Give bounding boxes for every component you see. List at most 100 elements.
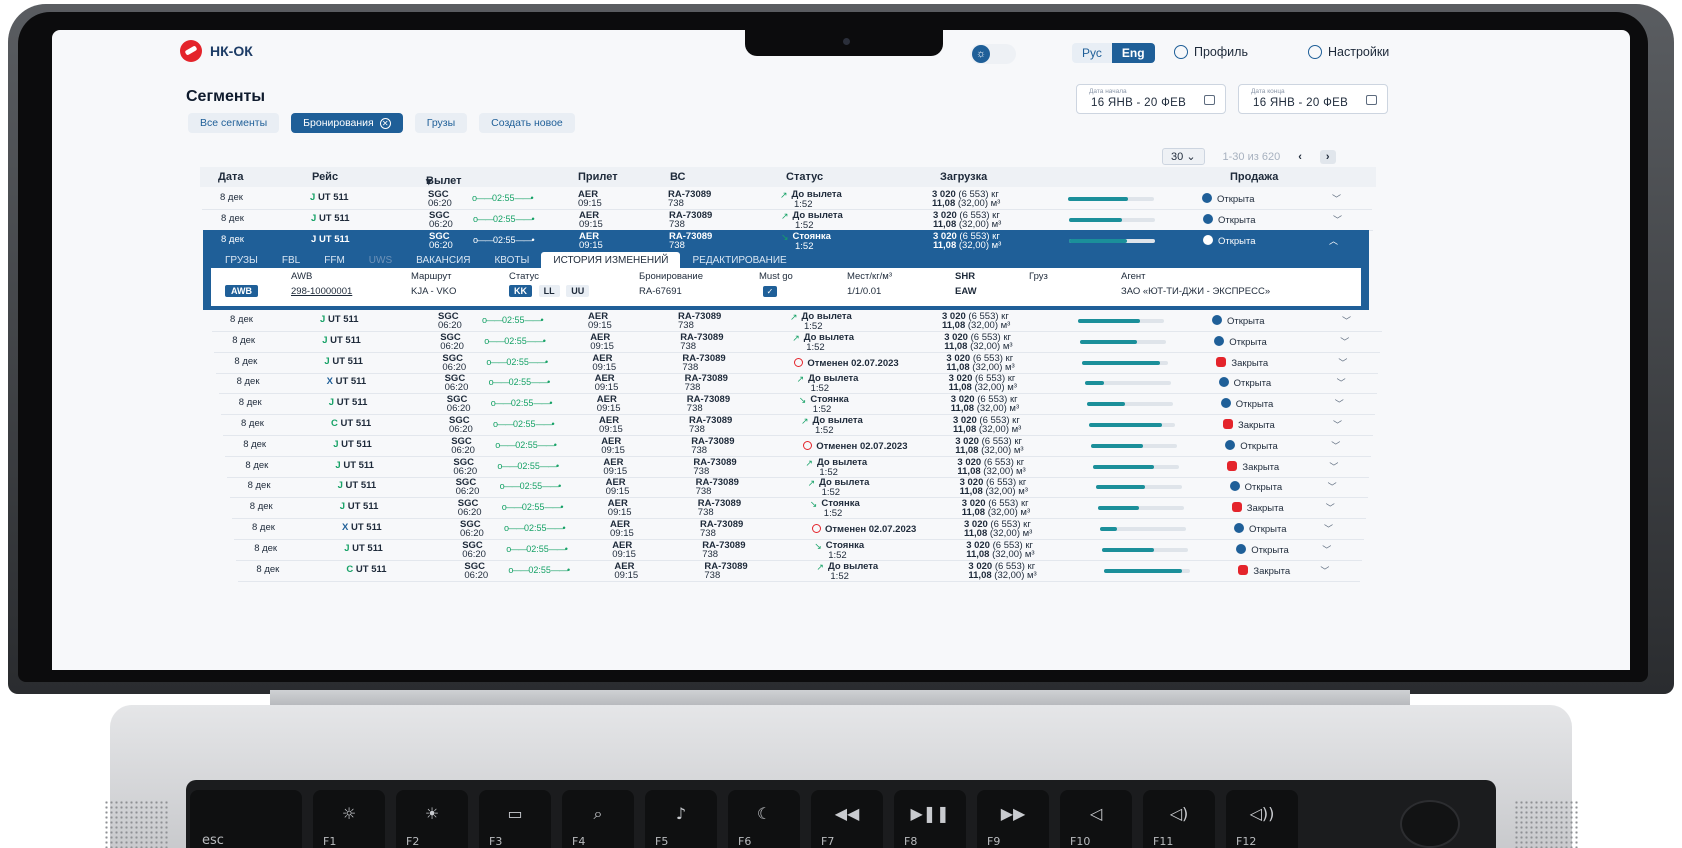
next-page-button[interactable]: › — [1319, 149, 1336, 164]
cell-flight[interactable]: X UT 511 — [342, 522, 382, 533]
profile-link[interactable]: Профиль — [1174, 45, 1248, 59]
cell-flight[interactable]: J UT 511 — [311, 213, 350, 224]
cell-flight[interactable]: J UT 511 — [329, 397, 368, 408]
table-row[interactable]: 8 дек C UT 511 SGC06:20 02:55 AER09:15 RA-730… — [223, 414, 1373, 436]
key-f5[interactable]: ♪ F5 — [645, 790, 717, 848]
cell-flight[interactable]: J UT 511 — [320, 314, 359, 325]
close-icon[interactable]: ✕ — [379, 118, 391, 129]
cell-flight[interactable]: C UT 511 — [346, 564, 386, 575]
chevron-down-icon[interactable]: ﹀ — [1337, 376, 1346, 389]
key-f9[interactable]: ▶▶ F9 — [977, 790, 1049, 848]
calendar-icon[interactable] — [1366, 95, 1377, 105]
table-row[interactable]: 8 дек J UT 511 SGC06:20 02:55 AER09:15 RA-730… — [216, 352, 1379, 374]
chevron-down-icon[interactable]: ﹀ — [1333, 418, 1342, 431]
table-row[interactable]: 8 дек C UT 511 SGC06:20 02:55 AER09:15 RA-730… — [238, 560, 1361, 582]
status-tag-kk[interactable]: KK — [509, 285, 532, 297]
status-tag-ll[interactable]: LL — [538, 285, 560, 297]
col-aircraft[interactable]: ВС — [670, 171, 685, 183]
chevron-down-icon[interactable]: ﹀ — [1320, 564, 1329, 577]
key-f6[interactable]: ☾ F6 — [728, 790, 800, 848]
key-f1[interactable]: ☼ F1 — [313, 790, 385, 848]
col-status[interactable]: Статус — [786, 171, 823, 183]
chevron-down-icon[interactable]: ﹀ — [1333, 213, 1342, 226]
table-row[interactable]: 8 дек J UT 511 SGC06:20 02:55 AER09:15 RA-730… — [214, 331, 1381, 353]
chevron-down-icon[interactable]: ﹀ — [1326, 501, 1335, 514]
key-f4[interactable]: ⌕ F4 — [562, 790, 634, 848]
tab-vacancy[interactable]: ВАКАНСИЯ — [404, 252, 482, 269]
table-row[interactable]: 8 дек J UT 511 SGC06:20 02:55 AER09:15 RA-730… — [212, 310, 1382, 332]
tab-history[interactable]: ИСТОРИЯ ИЗМЕНЕНИЙ — [541, 252, 681, 269]
cell-flight[interactable]: J UT 511 — [311, 234, 350, 245]
key-f12[interactable]: ◁)) F12 — [1226, 790, 1298, 848]
table-row[interactable]: 8 дек X UT 511 SGC06:20 02:55 AER09:15 RA-730… — [218, 372, 1377, 395]
calendar-icon[interactable] — [1204, 95, 1215, 105]
logo[interactable]: НК-ОК — [180, 40, 253, 62]
col-date[interactable]: Дата — [218, 171, 243, 183]
status-tag-uu[interactable]: UU — [566, 285, 590, 297]
chip-all-segments[interactable]: Все сегменты — [188, 113, 280, 133]
table-row[interactable]: 8 дек J UT 511 SGC06:20 02:55 AER09:15 RA-730… — [225, 435, 1372, 457]
col-flight[interactable]: Рейс — [312, 171, 338, 183]
tab-ffm[interactable]: FFM — [312, 252, 357, 269]
cell-flight[interactable]: X UT 511 — [327, 376, 367, 387]
tab-edit[interactable]: РЕДАКТИРОВАНИЕ — [680, 252, 798, 269]
chevron-down-icon[interactable]: ﹀ — [1329, 460, 1338, 473]
chevron-down-icon[interactable]: ﹀ — [1332, 192, 1341, 205]
lang-ru-button[interactable]: Рус — [1072, 43, 1112, 63]
col-load[interactable]: Загрузка — [940, 171, 987, 183]
table-row[interactable]: 8 дек J UT 511 SGC06:20 02:55 AER09:15 RA-730… — [202, 188, 1372, 210]
table-row[interactable]: 8 дек J UT 511 SGC06:20 02:55 AER09:15 RA-730… — [229, 476, 1368, 499]
cell-flight[interactable]: J UT 511 — [344, 543, 383, 554]
cell-flight[interactable]: J UT 511 — [338, 480, 377, 491]
table-row[interactable]: 8 дек J UT 511 SGC06:20 02:55 AER09:15 RA-730… — [227, 456, 1370, 478]
table-row[interactable]: 8 дек J UT 511 SGC06:20 02:55 AER09:15 RA-730… — [203, 209, 1373, 231]
chevron-down-icon[interactable]: ﹀ — [1342, 314, 1351, 327]
cell-flight[interactable]: J UT 511 — [310, 192, 349, 203]
table-row[interactable]: 8 дек J UT 511 SGC06:20 02:55 AER09:15 RA-730… — [231, 497, 1366, 520]
key-f3[interactable]: ▭ F3 — [479, 790, 551, 848]
chevron-down-icon[interactable]: ﹀ — [1340, 335, 1349, 348]
chevron-down-icon[interactable]: ﹀ — [1331, 439, 1340, 452]
cell-flight[interactable]: C UT 511 — [331, 418, 371, 429]
chevron-down-icon[interactable]: ﹀ — [1322, 543, 1331, 556]
cell-flight[interactable]: J UT 511 — [340, 501, 379, 512]
chevron-down-icon[interactable]: ﹀ — [1335, 397, 1344, 410]
chevron-down-icon[interactable]: ﹀ — [1328, 480, 1337, 493]
chip-bookings[interactable]: Бронирования ✕ — [291, 113, 403, 133]
key-f2[interactable]: ☀ F2 — [396, 790, 468, 848]
cell-flight[interactable]: J UT 511 — [333, 439, 372, 450]
date-end-field[interactable]: Дата конца 16 ЯНВ - 20 ФЕВ — [1238, 84, 1388, 114]
lang-en-button[interactable]: Eng — [1111, 43, 1155, 63]
settings-link[interactable]: Настройки — [1308, 45, 1389, 59]
key-f10[interactable]: ◁ F10 — [1060, 790, 1132, 848]
date-start-field[interactable]: Дата начала 16 ЯНВ - 20 ФЕВ — [1076, 84, 1226, 114]
key-f7[interactable]: ◀◀ F7 — [811, 790, 883, 848]
filter-icon[interactable]: ▾ — [426, 175, 432, 188]
key-f8[interactable]: ▶❚❚ F8 — [894, 790, 966, 848]
tab-cargo[interactable]: ГРУЗЫ — [213, 252, 270, 269]
cell-flight[interactable]: J UT 511 — [335, 460, 374, 471]
chevron-down-icon[interactable]: ﹀ — [1324, 522, 1333, 535]
cell-flight[interactable]: J UT 511 — [322, 335, 361, 346]
table-row-selected[interactable]: 8 дек J UT 511 SGC06:20 02:55 AER09:15 RA-730… — [203, 230, 1369, 252]
cell-flight[interactable]: J UT 511 — [324, 356, 363, 367]
tab-uws[interactable]: UWS — [357, 252, 404, 269]
per-page-select[interactable]: 30 ⌄ — [1162, 148, 1205, 165]
create-new-button[interactable]: Создать новое — [479, 113, 575, 133]
col-sale[interactable]: Продажа — [1230, 171, 1278, 183]
table-row[interactable]: 8 дек X UT 511 SGC06:20 02:55 AER09:15 RA-730… — [234, 518, 1364, 540]
awb-number-link[interactable]: 298-10000001 — [291, 286, 352, 297]
touch-id-key[interactable] — [1400, 800, 1460, 848]
must-go-checkbox-icon[interactable]: ✓ — [763, 286, 777, 297]
key-esc[interactable]: esc — [190, 790, 302, 848]
chip-cargo[interactable]: Грузы — [414, 113, 468, 133]
table-row[interactable]: 8 дек J UT 511 SGC06:20 02:55 AER09:15 RA-730… — [236, 539, 1363, 561]
key-f11[interactable]: ◁) F11 — [1143, 790, 1215, 848]
chevron-down-icon[interactable]: ﹀ — [1338, 356, 1347, 369]
chevron-up-icon[interactable]: ︿ — [1329, 234, 1338, 247]
tab-quotas[interactable]: КВОТЫ — [482, 252, 541, 269]
prev-page-button[interactable]: ‹ — [1298, 151, 1302, 163]
table-row[interactable]: 8 дек J UT 511 SGC06:20 02:55 AER09:15 RA-730… — [220, 393, 1375, 416]
theme-toggle[interactable]: ☼ — [970, 44, 1016, 64]
tab-fbl[interactable]: FBL — [270, 252, 312, 269]
